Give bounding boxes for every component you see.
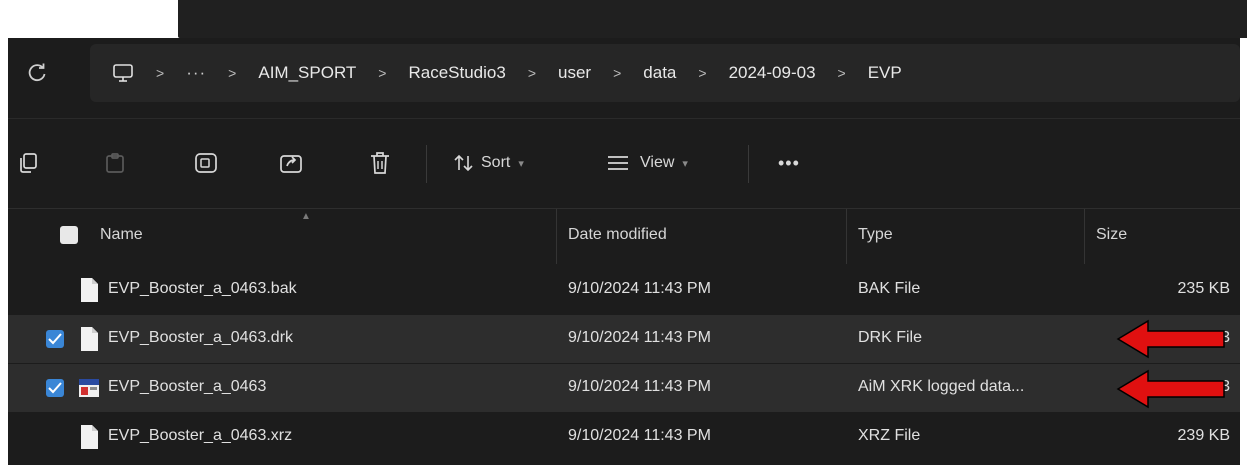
breadcrumb-date-folder[interactable]: 2024-09-03 — [729, 63, 816, 83]
delete-icon[interactable] — [368, 149, 392, 177]
view-label: View — [640, 154, 675, 171]
top-strip — [0, 0, 1247, 38]
file-name[interactable]: EVP_Booster_a_0463.xrz — [108, 427, 292, 445]
file-type: XRZ File — [858, 427, 921, 444]
breadcrumb-user[interactable]: user — [558, 63, 591, 83]
toolbar-divider — [748, 145, 749, 183]
file-date-modified: 9/10/2024 11:43 PM — [568, 378, 711, 395]
file-icon — [81, 327, 98, 351]
sort-button[interactable]: Sort ▾ — [453, 149, 524, 177]
chevron-right-icon[interactable]: > — [156, 65, 164, 81]
chevron-down-icon: ▾ — [682, 157, 688, 170]
file-type: BAK File — [858, 280, 921, 297]
file-icon — [81, 425, 98, 449]
more-options-button[interactable]: ••• — [778, 149, 800, 177]
breadcrumb: > ··· > AIM_SPORT > RaceStudio3 > user >… — [112, 44, 902, 102]
paste-icon[interactable] — [103, 149, 127, 177]
rename-icon[interactable] — [193, 149, 219, 177]
file-type: DRK File — [858, 329, 923, 346]
share-icon[interactable] — [278, 149, 304, 177]
file-name[interactable]: EVP_Booster_a_0463.drk — [108, 329, 293, 347]
red-arrow-annotation — [1116, 369, 1225, 409]
refresh-icon[interactable] — [26, 62, 48, 84]
address-row: > ··· > AIM_SPORT > RaceStudio3 > user >… — [8, 38, 1240, 118]
sort-label: Sort — [481, 154, 511, 171]
file-row[interactable]: EVP_Booster_a_0463.bak 9/10/2024 11:43 P… — [8, 266, 1240, 314]
column-divider[interactable] — [846, 209, 847, 264]
this-pc-icon[interactable] — [112, 64, 134, 82]
view-button[interactable]: View ▾ — [606, 149, 688, 177]
chevron-right-icon[interactable]: > — [613, 65, 621, 81]
file-size: 239 KB — [1177, 427, 1230, 444]
tab-strip — [178, 0, 1247, 38]
file-name[interactable]: EVP_Booster_a_0463 — [108, 378, 266, 396]
toolbar-divider — [426, 145, 427, 183]
file-size: 235 KB — [1177, 280, 1230, 297]
checkmark-icon — [48, 333, 62, 345]
column-divider[interactable] — [1084, 209, 1085, 264]
breadcrumb-aim-sport[interactable]: AIM_SPORT — [258, 63, 356, 83]
chevron-right-icon[interactable]: > — [698, 65, 706, 81]
file-row[interactable]: EVP_Booster_a_0463.drk 9/10/2024 11:43 P… — [8, 315, 1240, 363]
column-header-date-modified[interactable]: Date modified — [568, 226, 667, 244]
xrk-file-icon — [79, 379, 99, 397]
column-header-name[interactable]: Name — [100, 226, 143, 244]
file-date-modified: 9/10/2024 11:43 PM — [568, 427, 711, 444]
chevron-right-icon[interactable]: > — [838, 65, 846, 81]
file-icon — [81, 278, 98, 302]
chevron-right-icon[interactable]: > — [528, 65, 536, 81]
column-header-size[interactable]: Size — [1096, 226, 1127, 244]
chevron-right-icon[interactable]: > — [228, 65, 236, 81]
column-header-row: Name ▲ Date modified Type Size — [8, 208, 1240, 264]
breadcrumb-evp[interactable]: EVP — [868, 63, 902, 83]
command-bar: Sort ▾ View ▾ ••• — [8, 118, 1240, 209]
sort-ascending-icon: ▲ — [301, 211, 311, 222]
chevron-down-icon: ▾ — [518, 157, 524, 170]
view-icon — [608, 156, 628, 170]
column-header-type[interactable]: Type — [858, 226, 893, 244]
file-row[interactable]: EVP_Booster_a_0463 9/10/2024 11:43 PM Ai… — [8, 364, 1240, 412]
file-date-modified: 9/10/2024 11:43 PM — [568, 329, 711, 346]
file-type: AiM XRK logged data... — [858, 378, 1025, 395]
row-checkbox[interactable] — [46, 379, 64, 397]
address-bar[interactable]: > ··· > AIM_SPORT > RaceStudio3 > user >… — [90, 44, 1240, 102]
sort-icon — [454, 154, 473, 172]
file-row[interactable]: EVP_Booster_a_0463.xrz 9/10/2024 11:43 P… — [8, 413, 1240, 461]
row-checkbox[interactable] — [46, 330, 64, 348]
chevron-right-icon[interactable]: > — [378, 65, 386, 81]
file-date-modified: 9/10/2024 11:43 PM — [568, 280, 711, 297]
copy-icon[interactable] — [16, 149, 40, 177]
breadcrumb-overflow[interactable]: ··· — [186, 63, 206, 83]
red-arrow-annotation — [1116, 319, 1225, 359]
column-divider[interactable] — [556, 209, 557, 264]
file-name[interactable]: EVP_Booster_a_0463.bak — [108, 280, 297, 298]
breadcrumb-data[interactable]: data — [643, 63, 676, 83]
checkmark-icon — [48, 382, 62, 394]
file-explorer-window: > ··· > AIM_SPORT > RaceStudio3 > user >… — [8, 38, 1240, 465]
select-all-checkbox[interactable] — [60, 226, 78, 244]
breadcrumb-racestudio3[interactable]: RaceStudio3 — [408, 63, 505, 83]
